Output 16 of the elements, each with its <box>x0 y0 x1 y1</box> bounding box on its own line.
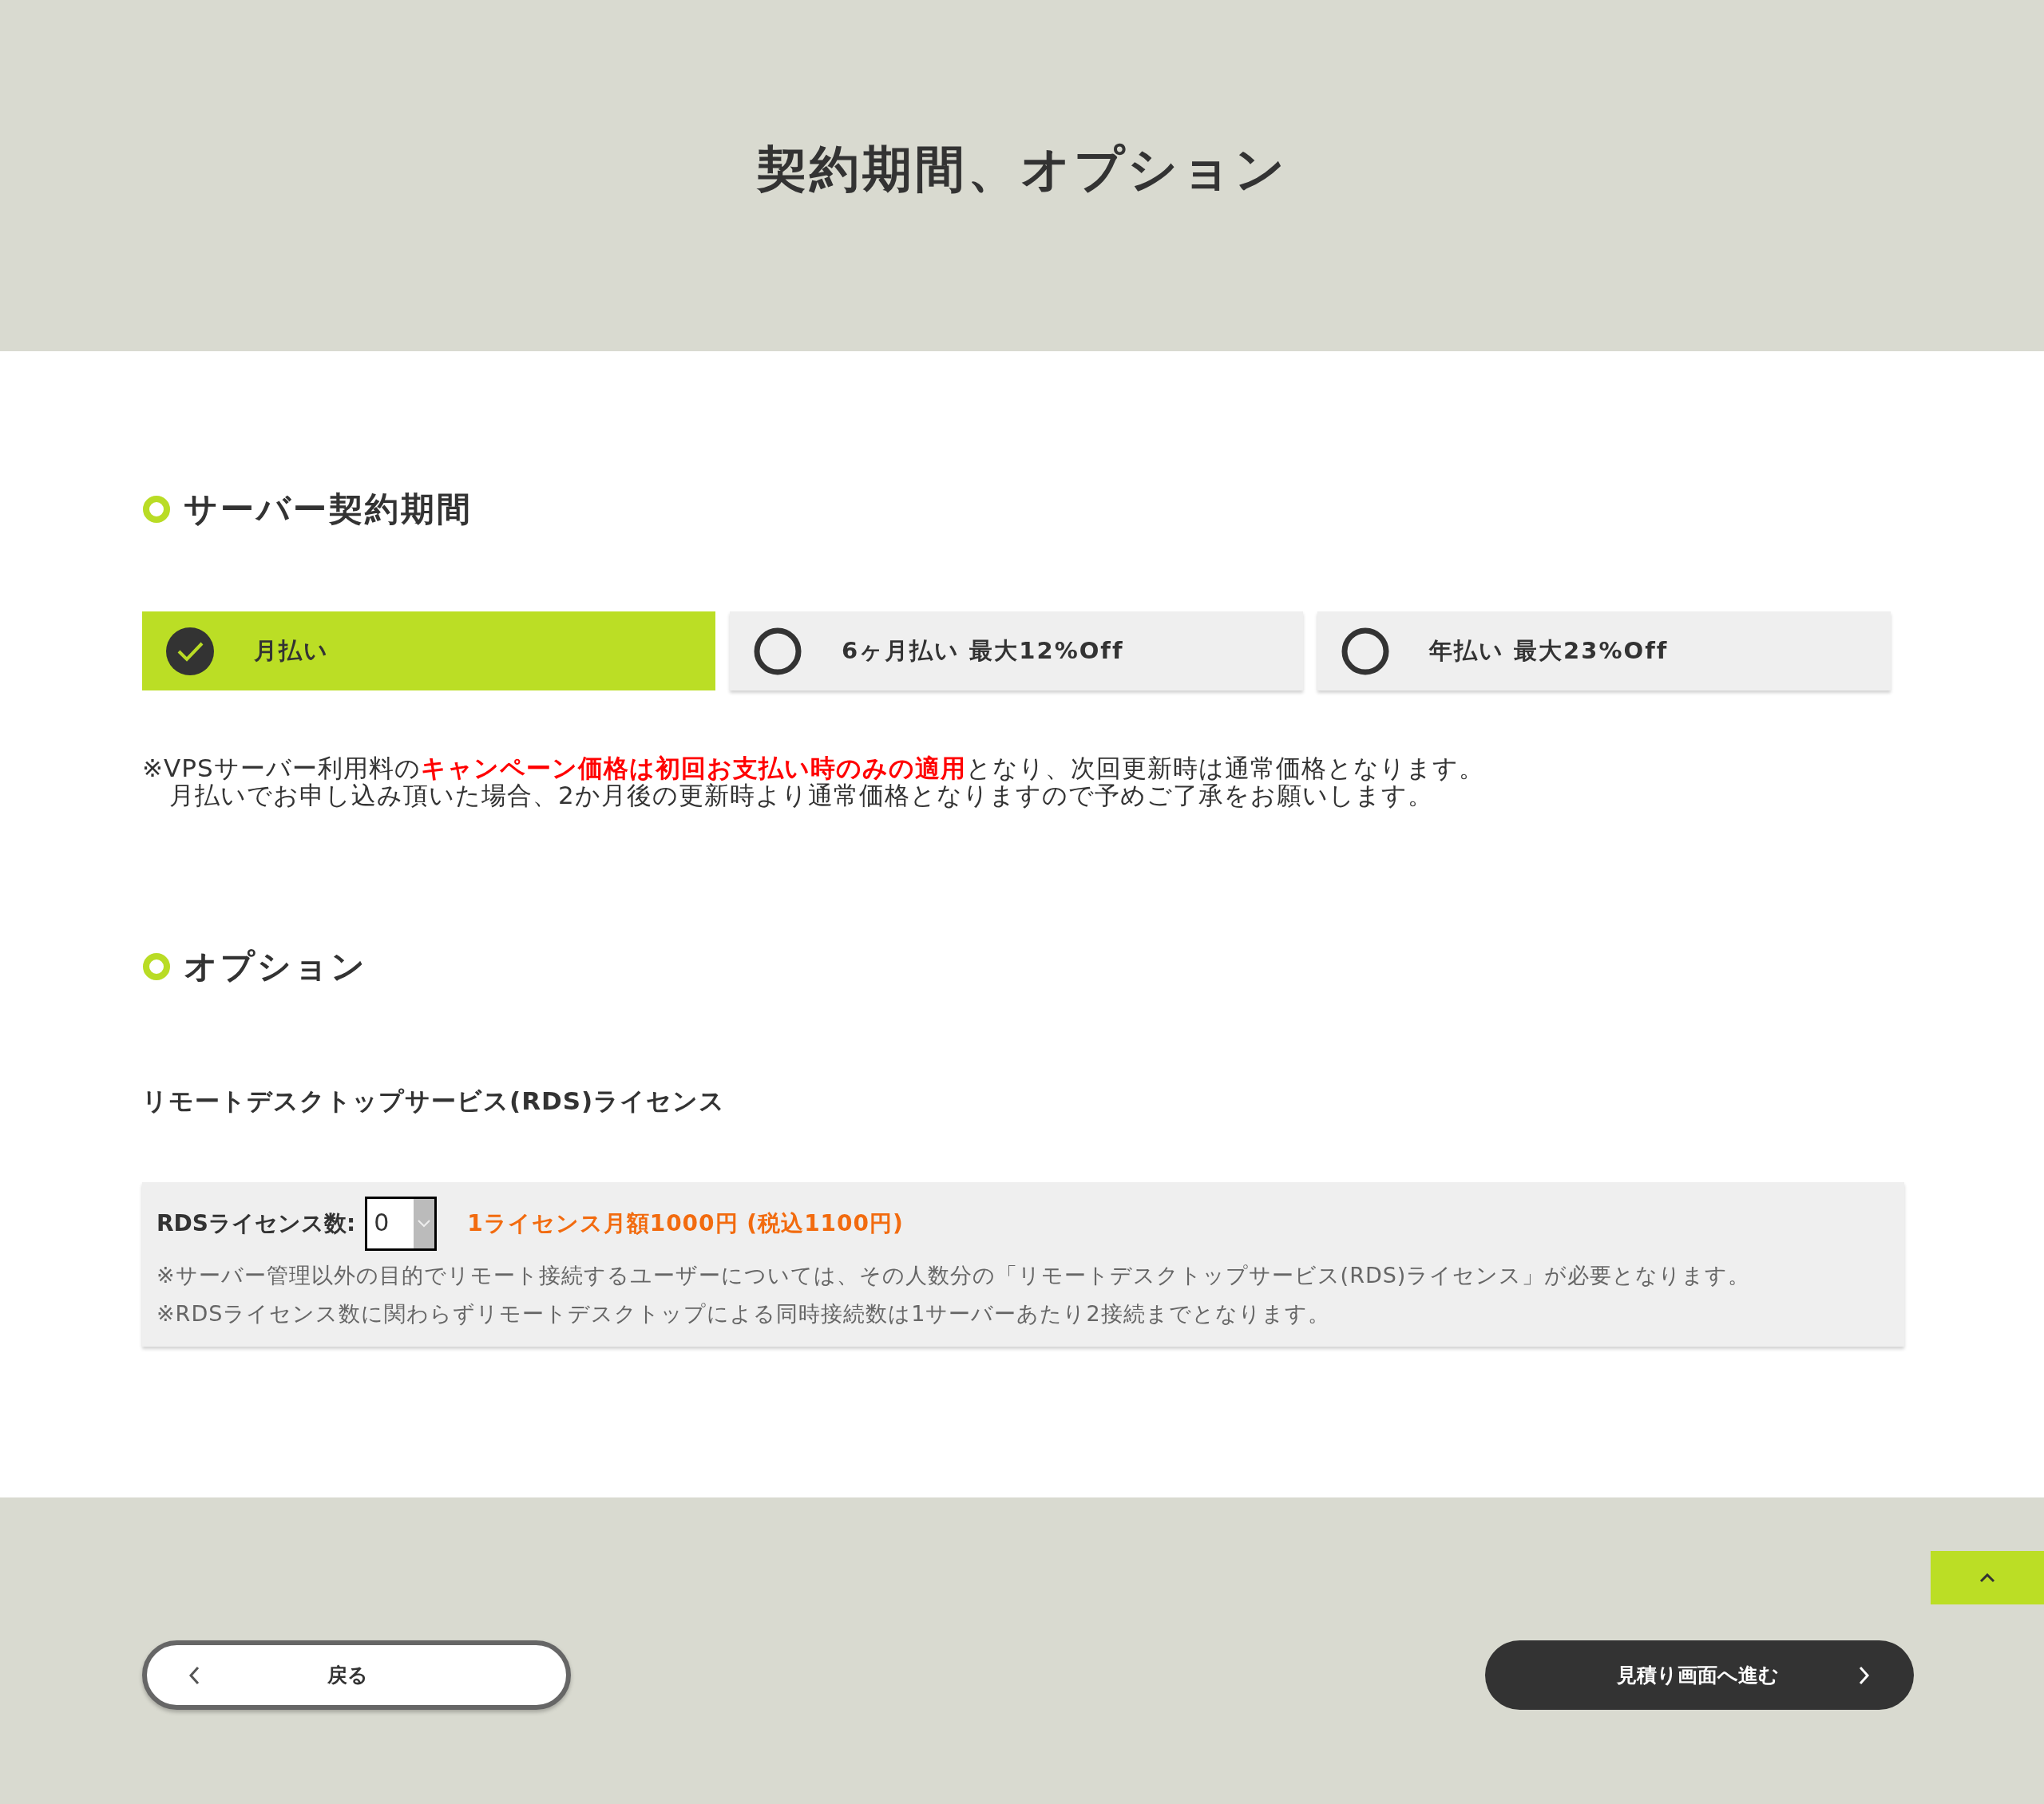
note-text: ※RDSライセンス数に関わらずリモートデスクトップによる同時接続数は1サーバーあたり2接続までとなります。 <box>156 1300 1331 1327</box>
radio-option[interactable]: 6ヶ月払い 最大12%Off <box>730 611 1303 690</box>
section-heading: サーバー契約期間 <box>184 489 473 530</box>
subheading: リモートデスクトップサービス(RDS)ライセンス <box>142 1086 727 1117</box>
price-text: 1ライセンス月額1000円 (税込1100円) <box>467 1209 904 1238</box>
section-heading: オプション <box>184 946 367 987</box>
note-text: ※VPSサーバー利用料のキャンペーン価格は初回お支払い時のみの適用となり、次回更新時は通常価格となります。 <box>142 754 1485 781</box>
radio-option[interactable]: 年払い 最大23%Off <box>1317 611 1891 690</box>
radio-option[interactable]: 月払い <box>142 611 715 690</box>
note-text: ※サーバー管理以外の目的でリモート接続するユーザーについては、その人数分の「リモートデスクトップサービス(RDS)ライセンス」が必要となります。 <box>156 1262 1752 1289</box>
count-select[interactable]: 0 <box>365 1197 438 1251</box>
page-title: 契約期間、オプション <box>756 139 1288 200</box>
next-button[interactable]: 見積り画面へ進む <box>1485 1640 1914 1710</box>
back-button[interactable]: 戻る <box>142 1640 571 1710</box>
note-text: 月払いでお申し込み頂いた場合、2か月後の更新時より通常価格となりますので予めご了承をお願いします。 <box>168 781 1433 809</box>
field-label: RDSライセンス数: <box>156 1209 356 1238</box>
